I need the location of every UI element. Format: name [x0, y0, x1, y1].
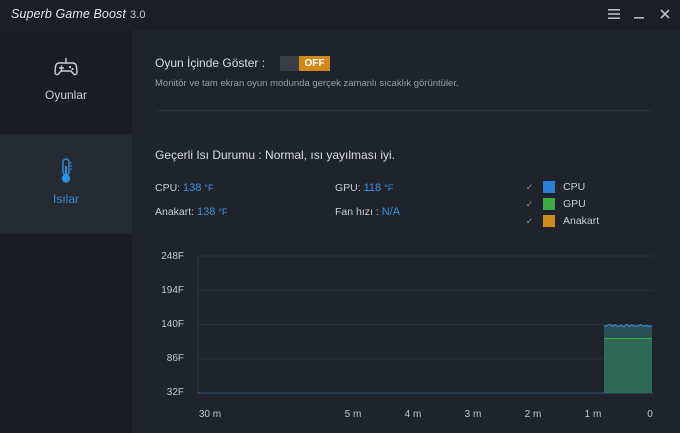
x-tick-label: 1 m	[584, 409, 602, 420]
x-tick-label: 2 m	[524, 409, 542, 420]
x-tick-label: 0	[647, 409, 653, 420]
temperature-chart	[197, 255, 653, 394]
gpu-area	[604, 338, 652, 393]
x-tick-label: 4 m	[404, 409, 422, 420]
x-tick-label: 3 m	[464, 409, 482, 420]
x-tick-label: 5 m	[344, 409, 362, 420]
x-tick-label: 30 m	[198, 409, 222, 420]
